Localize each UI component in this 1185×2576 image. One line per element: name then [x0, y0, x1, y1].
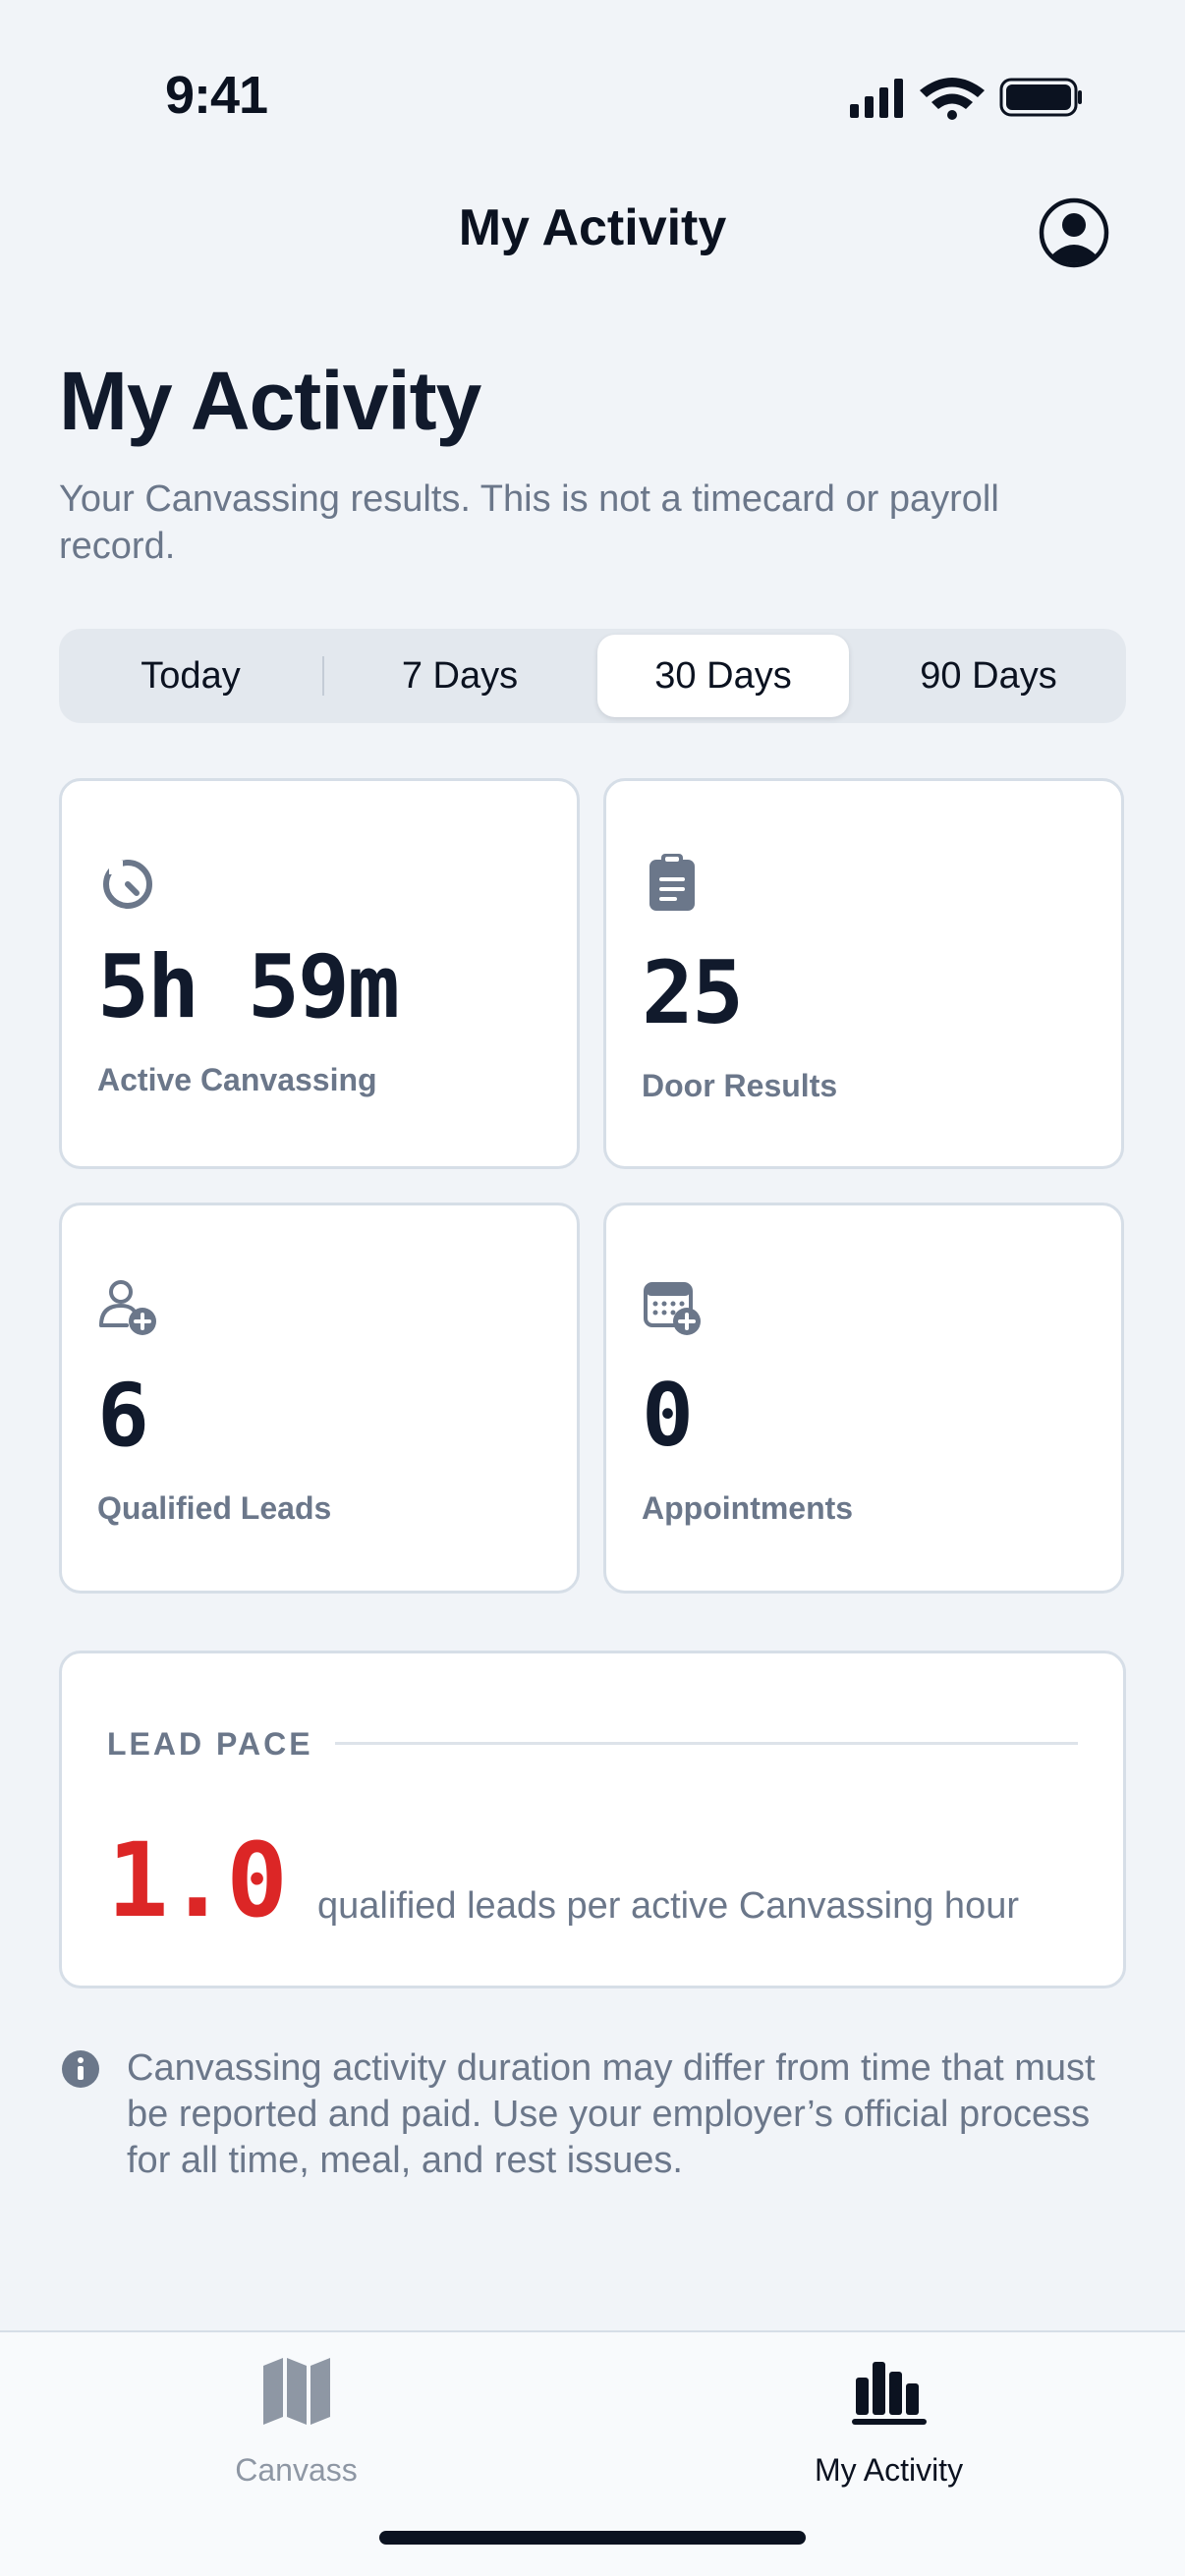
tab-90-days[interactable]: 90 Days: [863, 635, 1114, 717]
info-icon: [62, 2050, 99, 2088]
tab-30-days[interactable]: 30 Days: [597, 635, 849, 717]
stat-value: 5h 59m: [97, 936, 400, 1037]
tab-today[interactable]: Today: [65, 635, 316, 717]
stat-card-door-results: 25 Door Results: [603, 778, 1124, 1169]
add-user-icon: [99, 1280, 156, 1335]
stat-card-qualified-leads: 6 Qualified Leads: [59, 1203, 580, 1594]
segment-divider: [322, 656, 324, 696]
battery-icon: [999, 78, 1082, 117]
disclaimer-text: Canvassing activity duration may differ …: [127, 2047, 1096, 2181]
stat-label: Active Canvassing: [97, 1062, 377, 1097]
tab-canvass[interactable]: Canvass: [0, 2332, 592, 2509]
tab-my-activity[interactable]: My Activity: [592, 2332, 1185, 2509]
stat-label: Door Results: [642, 1068, 838, 1103]
map-icon: [262, 2358, 330, 2425]
tab-label-my-activity: My Activity: [814, 2452, 964, 2488]
stat-value: 6: [97, 1365, 149, 1466]
stat-label: Qualified Leads: [97, 1490, 332, 1526]
profile-icon[interactable]: [1038, 196, 1110, 269]
tab-label-canvass: Canvass: [235, 2452, 358, 2488]
page-subtitle: Your Canvassing results. This is not a t…: [59, 478, 999, 567]
status-time: 9:41: [165, 66, 268, 125]
lead-pace-label: LEAD PACE: [107, 1726, 313, 1762]
tab-7-days[interactable]: 7 Days: [334, 635, 586, 717]
lead-pace-card: LEAD PACE 1.0 qualified leads per active…: [59, 1651, 1126, 1988]
nav-title: My Activity: [458, 199, 727, 256]
lead-pace-divider: [335, 1742, 1078, 1745]
calendar-add-icon: [644, 1282, 701, 1335]
wifi-icon: [920, 78, 985, 120]
stat-card-appointments: 0 Appointments: [603, 1203, 1124, 1594]
page-title: My Activity: [59, 355, 481, 447]
clipboard-icon: [649, 854, 695, 911]
home-indicator: [379, 2531, 806, 2545]
date-range-segmented-control: Today 7 Days 30 Days 90 Days: [59, 629, 1126, 723]
stat-value: 25: [642, 942, 744, 1043]
timer-icon: [103, 860, 152, 909]
cellular-signal-icon: [850, 79, 903, 118]
status-icons: [850, 78, 1082, 120]
stat-value: 0: [642, 1365, 694, 1466]
my-activity-screen: 9:41 My Activity My Activity Your Canvas…: [0, 0, 1185, 2576]
bar-chart-icon: [851, 2362, 927, 2425]
lead-pace-description: qualified leads per active Canvassing ho…: [317, 1885, 1019, 1927]
stat-label: Appointments: [642, 1490, 854, 1526]
lead-pace-value: 1.0: [107, 1820, 288, 1940]
stat-card-active-canvassing: 5h 59m Active Canvassing: [59, 778, 580, 1169]
status-bar: 9:41: [0, 0, 1185, 147]
